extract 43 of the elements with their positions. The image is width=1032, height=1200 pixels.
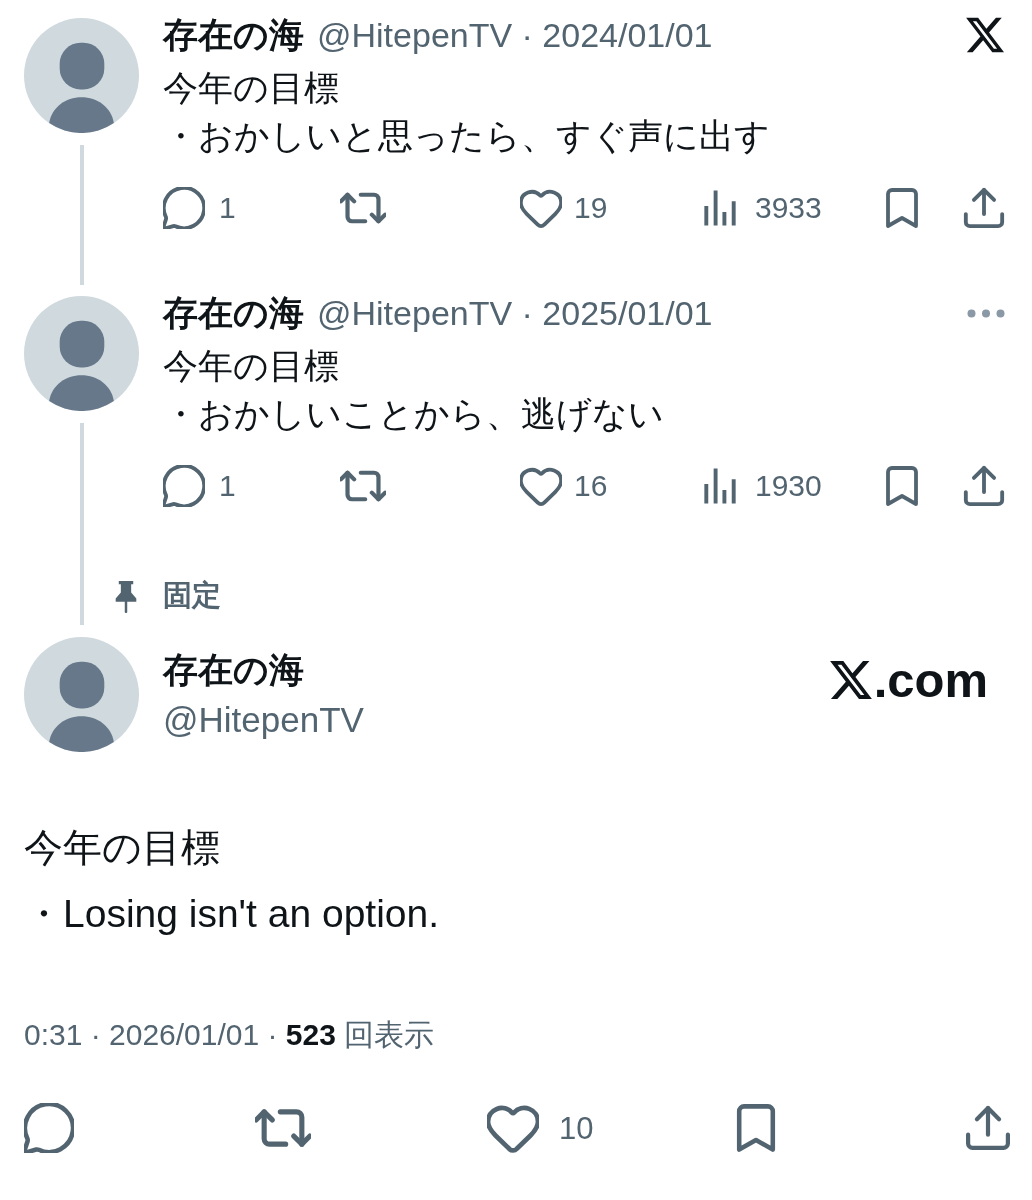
tweet-text: ・Losing isn't an option. <box>24 891 440 937</box>
x-logo-icon[interactable] <box>966 17 1005 53</box>
author-name[interactable]: 存在の海 <box>163 650 304 690</box>
share-icon <box>965 1105 1011 1151</box>
handle-date-text: @HitepenTV · 2025/01/01 <box>317 293 713 333</box>
bar-chart-icon <box>703 468 737 504</box>
handle-text[interactable]: @HitepenTV <box>163 700 364 740</box>
views-button[interactable]: 1930 <box>703 468 822 504</box>
reply-button[interactable]: 1 <box>163 187 236 229</box>
site-domain-text: .com <box>873 655 988 705</box>
tweet-text: ・おかしいことから、逃げない <box>163 393 664 435</box>
reply-button[interactable] <box>24 1103 74 1153</box>
reply-icon <box>163 187 205 229</box>
pin-icon <box>113 580 139 613</box>
reply-icon <box>24 1103 74 1153</box>
share-button[interactable] <box>965 1105 1011 1151</box>
heart-icon <box>520 187 562 229</box>
share-icon <box>963 187 1005 229</box>
heart-icon <box>520 465 562 507</box>
tweet-text: 今年の目標 <box>163 345 339 387</box>
reply-button[interactable]: 1 <box>163 465 236 507</box>
share-button[interactable] <box>963 465 1005 507</box>
tweet-text: ・おかしいと思ったら、すぐ声に出す <box>163 115 770 157</box>
views-button[interactable]: 3933 <box>703 190 822 226</box>
author-name[interactable]: 存在の海 <box>163 293 304 333</box>
x-logo-icon <box>829 661 873 699</box>
like-button[interactable]: 19 <box>520 187 608 229</box>
like-button[interactable]: 16 <box>520 465 608 507</box>
timestamp-views-text: 0:31 · 2026/01/01 · 523 回表示 <box>24 1017 435 1053</box>
tweet-text: 今年の目標 <box>24 825 220 871</box>
handle-date-text: @HitepenTV · 2024/01/01 <box>317 15 713 55</box>
pinned-label: 固定 <box>163 578 221 613</box>
share-icon <box>963 465 1005 507</box>
more-icon[interactable] <box>967 308 1005 318</box>
bar-chart-icon <box>703 190 737 226</box>
share-button[interactable] <box>963 187 1005 229</box>
tweet-text: 今年の目標 <box>163 67 339 109</box>
avatar-icon[interactable] <box>24 296 139 411</box>
avatar-icon[interactable] <box>24 637 139 752</box>
like-button[interactable]: 10 <box>487 1102 594 1154</box>
reply-icon <box>163 465 205 507</box>
author-name[interactable]: 存在の海 <box>163 15 304 55</box>
avatar-icon[interactable] <box>24 18 139 133</box>
